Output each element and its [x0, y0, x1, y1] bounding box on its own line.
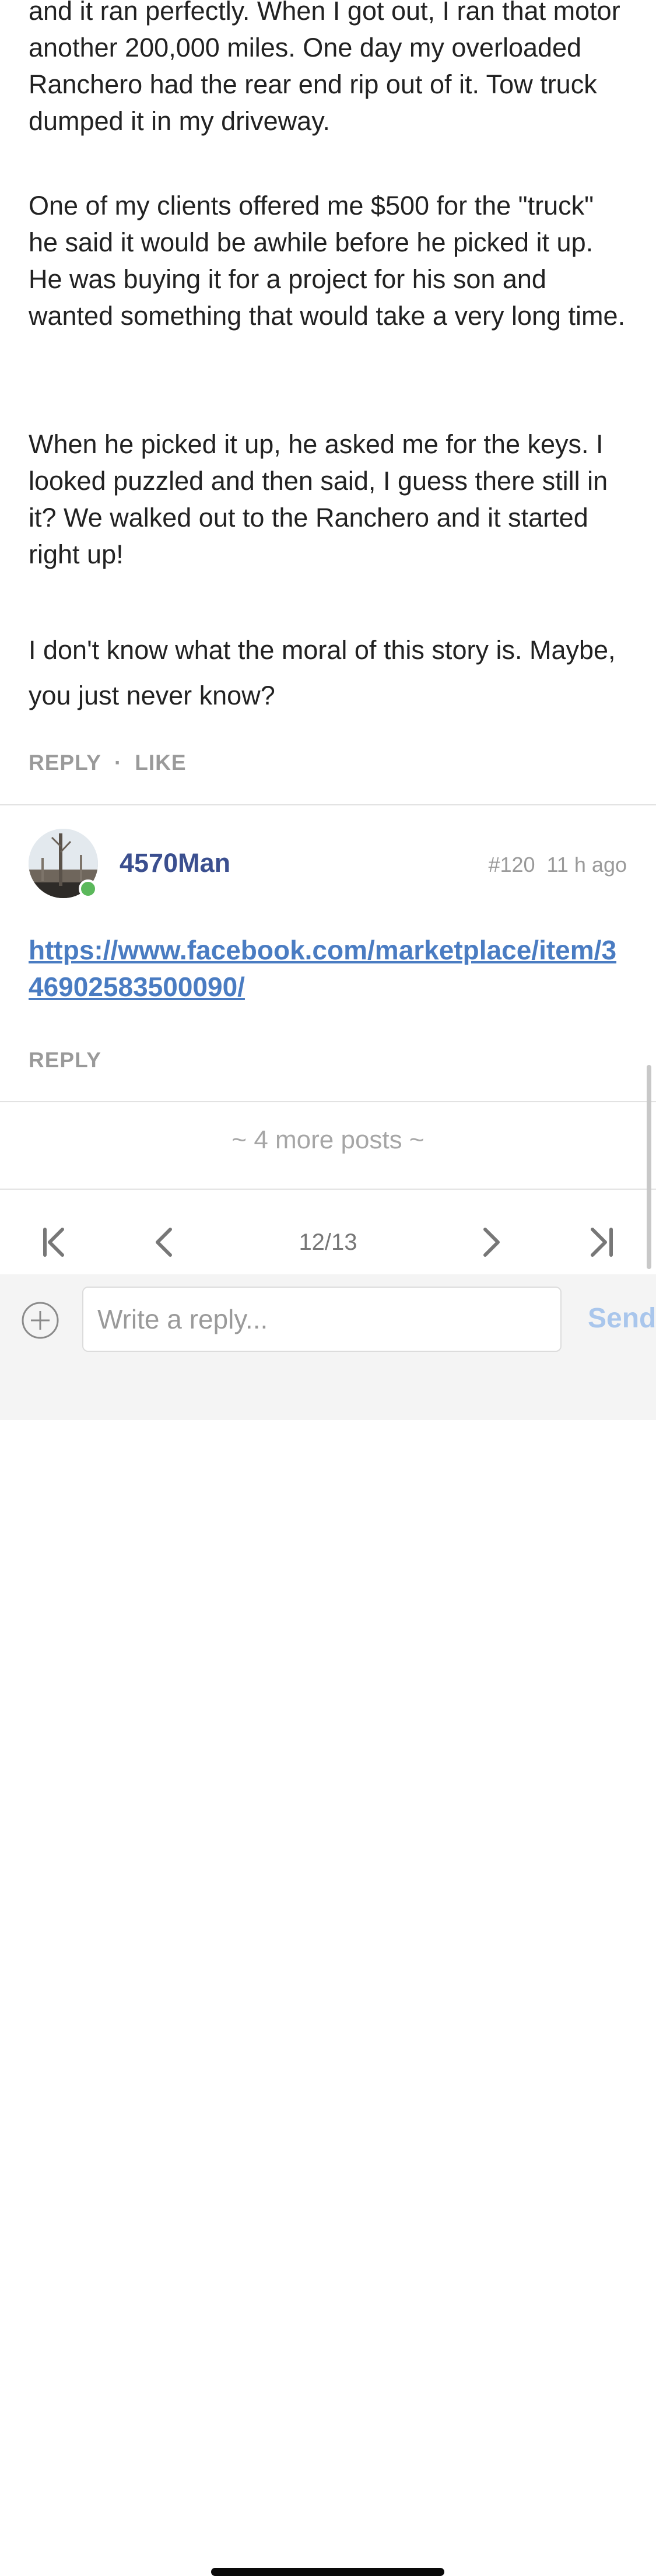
post-time: 11 h ago	[546, 853, 627, 877]
post-divider	[0, 1101, 656, 1102]
post-paragraph: One of my clients offered me $500 for th…	[29, 191, 626, 331]
reply-composer: Send	[0, 1274, 656, 2576]
plus-circle-icon[interactable]	[21, 1301, 59, 1340]
reply-button[interactable]: REPLY	[29, 751, 101, 774]
post-actions: REPLY · LIKE	[29, 751, 187, 775]
post-number[interactable]: #120	[488, 853, 535, 877]
post-link[interactable]: https://www.facebook.com/marketplace/ite…	[29, 932, 629, 1005]
post-paragraph: I don't know what the moral of this stor…	[29, 635, 616, 710]
reply-input[interactable]	[82, 1287, 562, 1352]
send-button[interactable]: Send	[588, 1302, 656, 1334]
post-paragraph: When he picked it up, he asked me for th…	[29, 429, 608, 569]
more-posts-label[interactable]: ~ 4 more posts ~	[0, 1126, 656, 1155]
like-button[interactable]: LIKE	[135, 751, 186, 774]
home-indicator	[211, 2568, 444, 2576]
post-meta: #120 11 h ago	[488, 853, 627, 877]
reply-button[interactable]: REPLY	[29, 1048, 101, 1073]
post-divider	[0, 804, 656, 805]
page-indicator[interactable]: 12/13	[0, 1229, 656, 1256]
online-status-indicator	[79, 879, 97, 898]
next-page-icon[interactable]	[468, 1219, 514, 1266]
action-separator: ·	[114, 751, 122, 774]
username[interactable]: 4570Man	[120, 848, 230, 878]
post-paragraph: and it ran perfectly. When I got out, I …	[29, 0, 620, 136]
scrollbar[interactable]	[647, 1065, 651, 1269]
last-page-icon[interactable]	[577, 1219, 624, 1266]
